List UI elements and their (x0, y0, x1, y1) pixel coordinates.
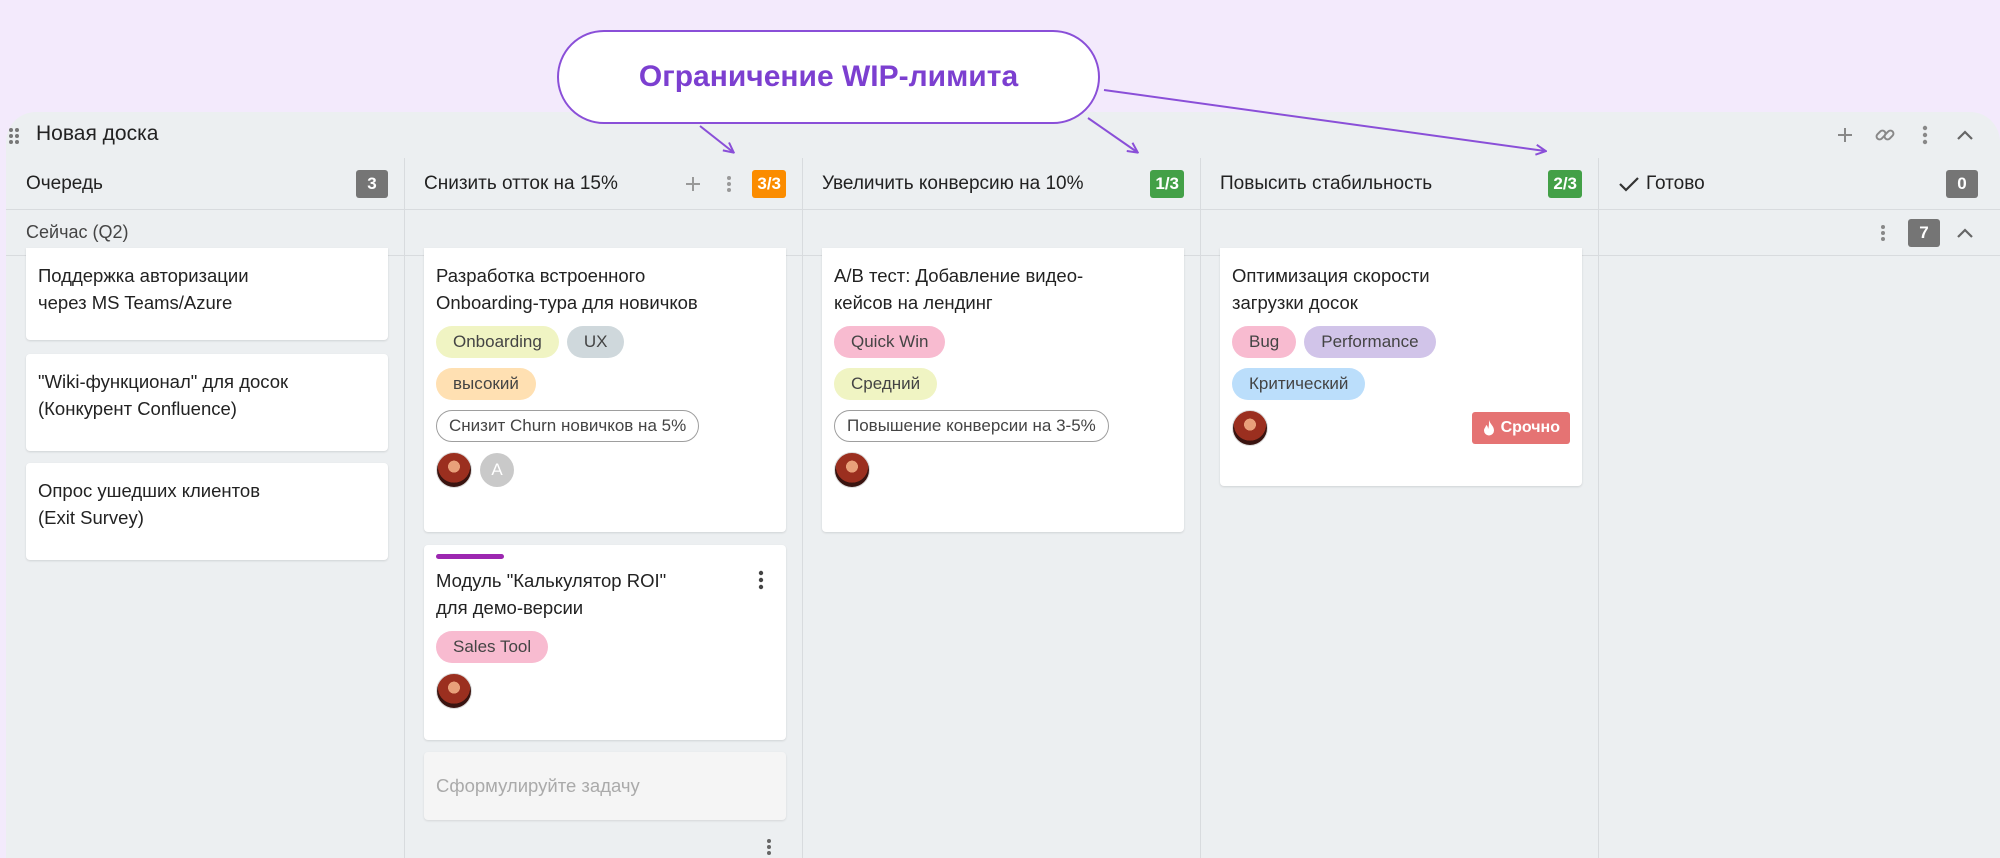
priority-tag: Средний (834, 368, 938, 400)
kanban-board: Новая доска Очередь 3 Снизить отток на 1… (6, 112, 2000, 858)
card-count-badge: 0 (1946, 169, 1978, 198)
collapse-icon[interactable] (1952, 122, 1978, 148)
column-divider (802, 158, 803, 858)
avatar[interactable] (834, 452, 870, 488)
more-vertical-icon[interactable] (1870, 220, 1896, 246)
column-divider (404, 158, 405, 858)
card-title: "Wiki-функционал" для досок (Конкурент C… (38, 371, 289, 419)
tag-list: Bug Performance (1232, 326, 1570, 358)
avatar-initial[interactable]: A (480, 453, 514, 487)
task-card[interactable]: Разработка встроенного Onboarding-тура д… (424, 248, 786, 532)
column-header-conversion: Увеличить конверсию на 10% 1/3 (802, 158, 1200, 210)
column-divider (1200, 158, 1201, 858)
task-card[interactable]: Опрос ушедших клиентов (Exit Survey) (26, 463, 388, 560)
tag-list: Sales Tool (436, 631, 774, 663)
more-vertical-icon[interactable] (716, 171, 742, 197)
task-card[interactable]: Оптимизация скорости загрузки досок Bug … (1220, 248, 1582, 486)
swimlane-title: Сейчас (Q2) (26, 222, 129, 242)
avatar[interactable] (436, 673, 472, 709)
card-title: Оптимизация скорости загрузки досок (1232, 265, 1430, 313)
assignees: A (436, 452, 774, 488)
board-title: Новая доска (36, 122, 159, 145)
tag-list: Quick Win (834, 326, 1172, 358)
add-icon[interactable] (1832, 122, 1858, 148)
card-title: Поддержка авторизации через MS Teams/Azu… (38, 265, 249, 313)
card-footer: Срочно (1232, 410, 1570, 446)
board-toolbar (1832, 122, 1978, 148)
tag-list: Onboarding UX (436, 326, 774, 358)
check-icon (1619, 176, 1639, 192)
column-header-done: Готово 0 (1598, 158, 2000, 210)
wip-limit-badge: 1/3 (1150, 169, 1184, 198)
task-card[interactable]: Поддержка авторизации через MS Teams/Azu… (26, 248, 388, 340)
tag: Sales Tool (436, 631, 549, 663)
priority-list: высокий (436, 368, 774, 400)
card-title: A/B тест: Добавление видео-кейсов на лен… (834, 265, 1084, 313)
card-title: Разработка встроенного Onboarding-тура д… (436, 265, 698, 313)
more-vertical-icon[interactable] (1912, 122, 1938, 148)
metric-tag: Снизит Churn новичков на 5% (436, 410, 700, 442)
column-title: Снизить отток на 15% (424, 172, 618, 194)
assignees (834, 452, 1172, 488)
priority-list: Критический (1232, 368, 1570, 400)
column-title: Очередь (26, 172, 103, 194)
assignees (436, 673, 774, 709)
column-header-stability: Повысить стабильность 2/3 (1200, 158, 1598, 210)
priority-tag: высокий (436, 368, 536, 400)
column-title: Готово (1646, 172, 1705, 194)
column-title: Увеличить конверсию на 10% (822, 172, 1084, 194)
task-card[interactable]: Модуль "Калькулятор ROI" для демо-версии… (424, 545, 786, 740)
card-color-bar (436, 554, 504, 559)
column-header-churn: Снизить отток на 15% 3/3 (404, 158, 802, 210)
column-title: Повысить стабильность (1220, 172, 1433, 194)
tag: Onboarding (436, 326, 559, 358)
card-count-badge: 3 (356, 169, 388, 198)
swimlane-count-badge: 7 (1908, 219, 1940, 247)
task-card[interactable]: "Wiki-функционал" для досок (Конкурент C… (26, 354, 388, 451)
tag: Quick Win (834, 326, 946, 358)
link-icon[interactable] (1872, 122, 1898, 148)
urgent-label: Срочно (1500, 419, 1560, 436)
priority-tag: Критический (1232, 368, 1366, 400)
tag: Bug (1232, 326, 1297, 358)
metric-tag: Повышение конверсии на 3-5% (834, 410, 1109, 442)
new-task-input[interactable]: Сформулируйте задачу (424, 752, 786, 820)
metric-list: Снизит Churn новичков на 5% (436, 410, 774, 442)
wip-limit-callout: Ограничение WIP-лимита (557, 30, 1100, 124)
more-vertical-icon[interactable] (756, 834, 782, 858)
task-card[interactable]: A/B тест: Добавление видео-кейсов на лен… (822, 248, 1184, 532)
column-header-queue: Очередь 3 (6, 158, 404, 210)
card-title: Модуль "Калькулятор ROI" для демо-версии (436, 570, 667, 618)
priority-list: Средний (834, 368, 1172, 400)
add-card-icon[interactable] (680, 171, 706, 197)
wip-limit-badge: 3/3 (752, 169, 786, 198)
column-divider (1598, 158, 1599, 858)
tag: Performance (1304, 326, 1436, 358)
fire-icon (1483, 420, 1494, 436)
drag-handle-icon[interactable] (8, 126, 20, 146)
more-vertical-icon[interactable] (748, 567, 774, 593)
avatar[interactable] (1232, 410, 1268, 446)
wip-limit-badge: 2/3 (1548, 169, 1582, 198)
avatar[interactable] (436, 452, 472, 488)
urgent-badge: Срочно (1471, 412, 1570, 444)
card-title: Опрос ушедших клиентов (Exit Survey) (38, 480, 261, 528)
collapse-icon[interactable] (1952, 220, 1978, 246)
metric-list: Повышение конверсии на 3-5% (834, 410, 1172, 442)
tag: UX (566, 326, 625, 358)
